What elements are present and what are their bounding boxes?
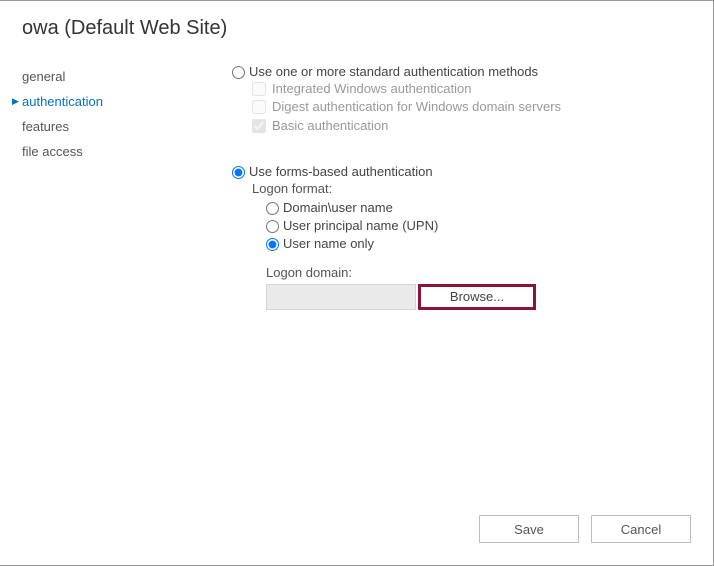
main-panel: Use one or more standard authentication … bbox=[232, 64, 713, 310]
sidebar-item-label: general bbox=[22, 69, 65, 84]
sidebar-item-label: file access bbox=[22, 144, 83, 159]
auth-standard-label: Use one or more standard authentication … bbox=[249, 64, 538, 79]
sidebar: general ▶ authentication features file a… bbox=[22, 64, 152, 310]
auth-standard-radio-row[interactable]: Use one or more standard authentication … bbox=[232, 64, 693, 79]
check-integrated bbox=[252, 82, 266, 96]
auth-forms-label: Use forms-based authentication bbox=[249, 164, 433, 179]
logon-domainuser-row[interactable]: Domain\user name bbox=[266, 200, 693, 215]
logon-domainuser-radio[interactable] bbox=[266, 202, 279, 215]
cancel-button[interactable]: Cancel bbox=[591, 515, 691, 543]
check-digest bbox=[252, 100, 266, 114]
logon-domain-label: Logon domain: bbox=[232, 265, 693, 280]
check-integrated-label: Integrated Windows authentication bbox=[272, 81, 471, 97]
sidebar-item-features[interactable]: features bbox=[22, 114, 152, 139]
sidebar-item-general[interactable]: general bbox=[22, 64, 152, 89]
sidebar-item-label: features bbox=[22, 119, 69, 134]
sidebar-item-file-access[interactable]: file access bbox=[22, 139, 152, 164]
check-basic bbox=[252, 119, 266, 133]
logon-usernameonly-radio[interactable] bbox=[266, 238, 279, 251]
save-button[interactable]: Save bbox=[479, 515, 579, 543]
check-digest-label: Digest authentication for Windows domain… bbox=[272, 99, 561, 115]
auth-forms-radio[interactable] bbox=[232, 166, 245, 179]
check-basic-row: Basic authentication bbox=[252, 118, 572, 134]
check-digest-row: Digest authentication for Windows domain… bbox=[252, 99, 572, 115]
check-integrated-row: Integrated Windows authentication bbox=[252, 81, 572, 97]
logon-usernameonly-row[interactable]: User name only bbox=[266, 236, 693, 251]
caret-right-icon: ▶ bbox=[12, 96, 19, 107]
page-title: owa (Default Web Site) bbox=[0, 1, 713, 40]
sidebar-item-authentication[interactable]: ▶ authentication bbox=[22, 89, 152, 114]
auth-standard-radio[interactable] bbox=[232, 66, 245, 79]
logon-domainuser-label: Domain\user name bbox=[283, 200, 393, 215]
sidebar-item-label: authentication bbox=[22, 94, 103, 109]
logon-upn-label: User principal name (UPN) bbox=[283, 218, 438, 233]
logon-domain-input[interactable] bbox=[266, 284, 416, 310]
auth-forms-radio-row[interactable]: Use forms-based authentication bbox=[232, 164, 693, 179]
logon-upn-radio[interactable] bbox=[266, 220, 279, 233]
logon-upn-row[interactable]: User principal name (UPN) bbox=[266, 218, 693, 233]
browse-button[interactable]: Browse... bbox=[418, 284, 536, 310]
check-basic-label: Basic authentication bbox=[272, 118, 388, 134]
logon-usernameonly-label: User name only bbox=[283, 236, 374, 251]
footer-buttons: Save Cancel bbox=[479, 515, 691, 543]
logon-format-label: Logon format: bbox=[232, 181, 693, 196]
